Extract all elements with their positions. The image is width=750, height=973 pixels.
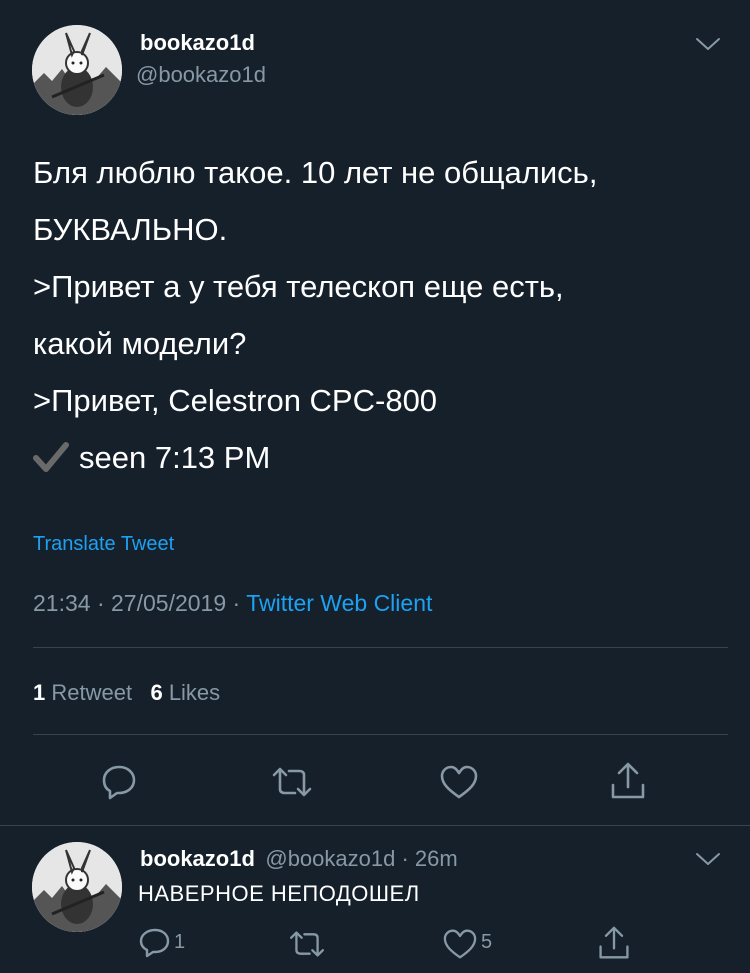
translate-tweet-link[interactable]: Translate Tweet [33, 533, 174, 556]
divider [33, 734, 728, 735]
reply-handle-time[interactable]: @bookazo1d · 26m [265, 846, 457, 871]
tweet-line: Бля люблю такое. 10 лет не общались, [33, 155, 598, 190]
meta-separator: · [96, 590, 105, 616]
seen-text: seen 7:13 PM [79, 440, 271, 475]
tweet-line: >Привет а у тебя телескоп еще есть, [33, 269, 564, 304]
retweets-stat[interactable]: 1 Retweet [33, 680, 132, 705]
chevron-down-icon[interactable] [695, 851, 721, 867]
reply-avatar[interactable] [32, 842, 122, 932]
reply-display-name[interactable]: bookazo1d [140, 846, 255, 871]
reply-header: bookazo1d @bookazo1d · 26m [140, 846, 458, 872]
divider [33, 647, 728, 648]
avatar-image [32, 25, 122, 115]
likes-label: Likes [168, 680, 221, 705]
reply-icon[interactable] [100, 763, 138, 801]
retweets-label: Retweet [51, 680, 133, 705]
tweet-text: Бля люблю такое. 10 лет не общались, БУК… [33, 144, 597, 486]
reply-text: НАВЕРНОЕ НЕПОДОШЕЛ [138, 881, 420, 906]
like-count: 5 [481, 931, 493, 953]
tweet-line: какой модели? [33, 326, 247, 361]
avatar-image [32, 842, 122, 932]
tweet-line: >Привет, Celestron CPC-800 [33, 383, 438, 418]
likes-count: 6 [150, 680, 163, 705]
retweets-count: 1 [33, 680, 46, 705]
share-icon[interactable] [609, 761, 647, 801]
meta-separator: · [232, 590, 241, 616]
tweet-time: 21:34 [33, 590, 91, 616]
retweet-icon[interactable] [271, 765, 313, 799]
display-name[interactable]: bookazo1d [140, 30, 255, 56]
reply-icon[interactable] [138, 927, 172, 959]
tweet-stats: 1 Retweet 6 Likes [33, 680, 220, 706]
retweet-icon[interactable] [288, 929, 326, 959]
heart-icon[interactable] [442, 928, 478, 960]
avatar[interactable] [32, 25, 122, 115]
section-divider [0, 825, 750, 826]
chevron-down-icon[interactable] [695, 36, 721, 52]
likes-stat[interactable]: 6 Likes [150, 680, 220, 705]
tweet-meta: 21:34 · 27/05/2019 · Twitter Web Client [33, 590, 432, 617]
share-icon[interactable] [597, 925, 631, 961]
heart-icon[interactable] [439, 764, 479, 800]
tweet-line-seen: seen 7:13 PM [33, 429, 597, 486]
reply-count: 1 [174, 931, 186, 953]
user-handle[interactable]: @bookazo1d [136, 62, 266, 88]
check-icon [33, 433, 69, 490]
tweet-date: 27/05/2019 [111, 590, 227, 616]
tweet-client-link[interactable]: Twitter Web Client [246, 590, 432, 616]
tweet-line: БУКВАЛЬНО. [33, 212, 228, 247]
